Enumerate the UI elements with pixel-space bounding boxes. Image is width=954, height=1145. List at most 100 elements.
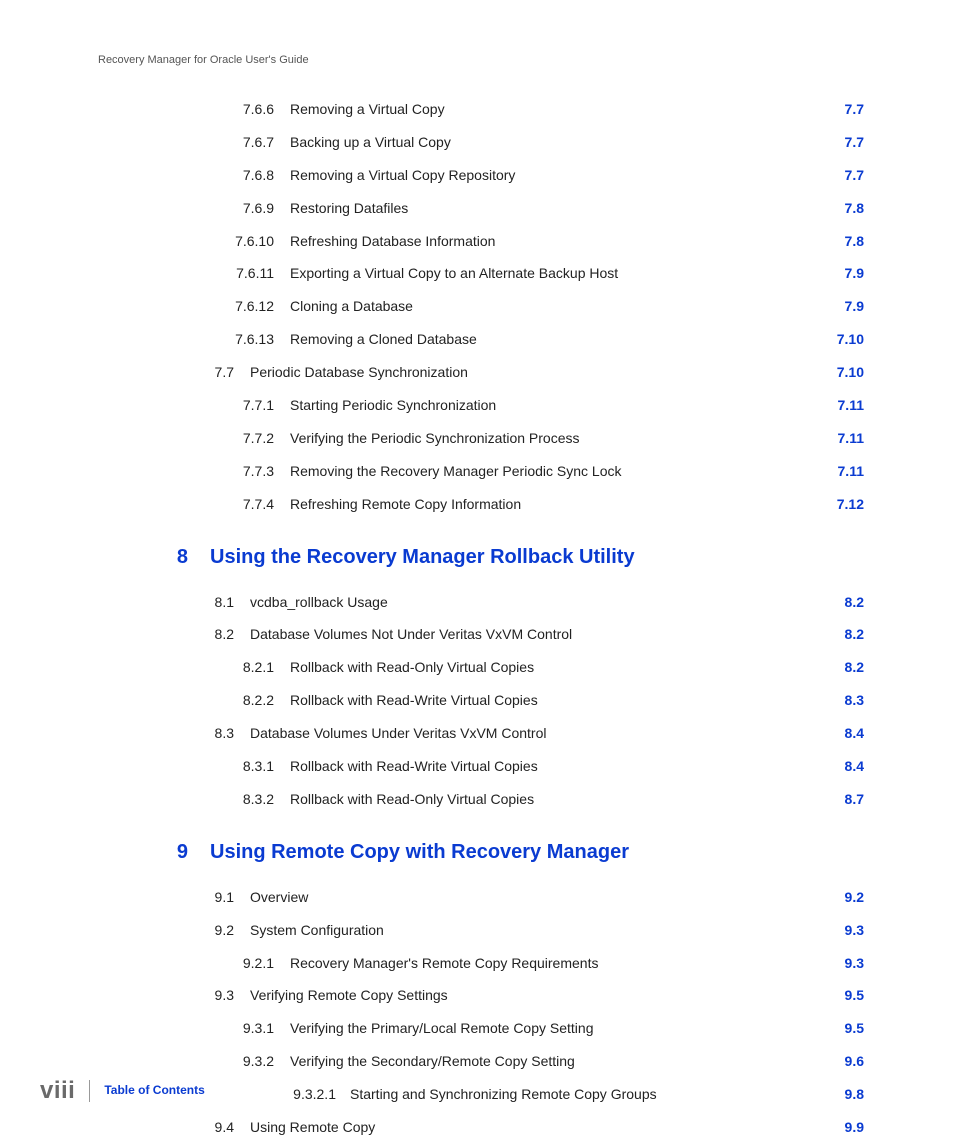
toc-entry: 7.7Periodic Database Synchronization7.10 <box>90 363 864 382</box>
toc-entry-number: 9.3.2 <box>90 1052 290 1071</box>
toc-entry-number: 7.6.11 <box>90 264 290 283</box>
toc-entry-page[interactable]: 9.9 <box>804 1118 864 1137</box>
toc-entry-page[interactable]: 7.7 <box>804 133 864 152</box>
toc-entry-page[interactable]: 9.8 <box>804 1085 864 1104</box>
toc-entry-page[interactable]: 7.12 <box>804 495 864 514</box>
toc-entry-page[interactable]: 7.11 <box>804 462 864 481</box>
toc-entry-title[interactable]: vcdba_rollback Usage <box>250 593 804 612</box>
toc-entry-number: 7.6.13 <box>90 330 290 349</box>
toc-entry-title[interactable]: Rollback with Read-Only Virtual Copies <box>290 790 804 809</box>
toc-entry-title[interactable]: Periodic Database Synchronization <box>250 363 804 382</box>
toc-entry-title[interactable]: Removing the Recovery Manager Periodic S… <box>290 462 804 481</box>
toc-entry-number: 9.2.1 <box>90 954 290 973</box>
toc-entry: 9.3.2.1Starting and Synchronizing Remote… <box>90 1085 864 1104</box>
toc-entry-number: 9.2 <box>90 921 250 940</box>
toc-entry-title[interactable]: Starting Periodic Synchronization <box>290 396 804 415</box>
toc-entry-title[interactable]: Exporting a Virtual Copy to an Alternate… <box>290 264 804 283</box>
toc-entry-page[interactable]: 8.7 <box>804 790 864 809</box>
toc-entry-title[interactable]: Overview <box>250 888 804 907</box>
toc-entry-page[interactable]: 8.4 <box>804 724 864 743</box>
toc-entry-page[interactable]: 9.3 <box>804 921 864 940</box>
toc-entry-title[interactable]: Rollback with Read-Write Virtual Copies <box>290 757 804 776</box>
toc-entry-title[interactable]: System Configuration <box>250 921 804 940</box>
toc-entry-page[interactable]: 7.11 <box>804 396 864 415</box>
toc-entry: 7.6.12Cloning a Database7.9 <box>90 297 864 316</box>
toc-entry-title[interactable]: Refreshing Database Information <box>290 232 804 251</box>
toc-entry: 9.3.2Verifying the Secondary/Remote Copy… <box>90 1052 864 1071</box>
toc-entry-title[interactable]: Removing a Cloned Database <box>290 330 804 349</box>
chapter-title[interactable]: Using Remote Copy with Recovery Manager <box>210 839 629 866</box>
running-header: Recovery Manager for Oracle User's Guide <box>98 54 864 66</box>
toc-entry-page[interactable]: 7.10 <box>804 330 864 349</box>
toc-entry-title[interactable]: Refreshing Remote Copy Information <box>290 495 804 514</box>
toc-entry-page[interactable]: 7.9 <box>804 297 864 316</box>
toc-entry: 7.7.3Removing the Recovery Manager Perio… <box>90 462 864 481</box>
toc-entry-number: 8.3.2 <box>90 790 290 809</box>
toc-entry-number: 8.3.1 <box>90 757 290 776</box>
document-page: Recovery Manager for Oracle User's Guide… <box>0 0 954 1145</box>
toc-entry-title[interactable]: Verifying the Primary/Local Remote Copy … <box>290 1019 804 1038</box>
toc-entry-page[interactable]: 9.2 <box>804 888 864 907</box>
toc-entry: 7.6.13Removing a Cloned Database7.10 <box>90 330 864 349</box>
toc-entry-title[interactable]: Verifying the Periodic Synchronization P… <box>290 429 804 448</box>
toc-entry-title[interactable]: Using Remote Copy <box>250 1118 804 1137</box>
toc-entry-title[interactable]: Removing a Virtual Copy Repository <box>290 166 804 185</box>
toc-entry-title[interactable]: Restoring Datafiles <box>290 199 804 218</box>
toc-entry: 9.3.1Verifying the Primary/Local Remote … <box>90 1019 864 1038</box>
toc-entry-title[interactable]: Removing a Virtual Copy <box>290 100 804 119</box>
toc-entry: 8.1vcdba_rollback Usage8.2 <box>90 593 864 612</box>
toc-entry-number: 7.6.12 <box>90 297 290 316</box>
toc-entry-title[interactable]: Recovery Manager's Remote Copy Requireme… <box>290 954 804 973</box>
toc-entry-page[interactable]: 7.7 <box>804 166 864 185</box>
toc-entry-page[interactable]: 7.9 <box>804 264 864 283</box>
toc-entry-number: 7.6.7 <box>90 133 290 152</box>
chapter-number: 9 <box>90 839 210 866</box>
toc-entry-title[interactable]: Verifying the Secondary/Remote Copy Sett… <box>290 1052 804 1071</box>
toc-entry-page[interactable]: 9.5 <box>804 1019 864 1038</box>
toc-entry-number: 7.7.1 <box>90 396 290 415</box>
toc-entry-page[interactable]: 7.11 <box>804 429 864 448</box>
toc-entry-page[interactable]: 7.7 <box>804 100 864 119</box>
toc-entry-number: 9.3 <box>90 986 250 1005</box>
toc-entry-title[interactable]: Backing up a Virtual Copy <box>290 133 804 152</box>
toc-entry-page[interactable]: 9.3 <box>804 954 864 973</box>
toc-entry-number: 8.2.2 <box>90 691 290 710</box>
chapter-heading: 8Using the Recovery Manager Rollback Uti… <box>90 544 864 571</box>
toc-entry: 9.2.1Recovery Manager's Remote Copy Requ… <box>90 954 864 973</box>
toc-entry-number: 7.6.8 <box>90 166 290 185</box>
toc-entry-title[interactable]: Database Volumes Under Veritas VxVM Cont… <box>250 724 804 743</box>
toc-entry-page[interactable]: 7.8 <box>804 232 864 251</box>
toc-entry-title[interactable]: Rollback with Read-Write Virtual Copies <box>290 691 804 710</box>
toc-entry: 7.7.2Verifying the Periodic Synchronizat… <box>90 429 864 448</box>
toc-entry-page[interactable]: 8.4 <box>804 757 864 776</box>
toc-entry-title[interactable]: Database Volumes Not Under Veritas VxVM … <box>250 625 804 644</box>
toc-entry: 7.6.11Exporting a Virtual Copy to an Alt… <box>90 264 864 283</box>
toc-entry-title[interactable]: Cloning a Database <box>290 297 804 316</box>
toc-entry-number: 7.7.4 <box>90 495 290 514</box>
toc-entry-page[interactable]: 7.10 <box>804 363 864 382</box>
page-folio: viii <box>40 1077 89 1105</box>
toc-entry: 8.2.2Rollback with Read-Write Virtual Co… <box>90 691 864 710</box>
chapter-number: 8 <box>90 544 210 571</box>
toc-entry-page[interactable]: 8.2 <box>804 593 864 612</box>
toc-entry-title[interactable]: Verifying Remote Copy Settings <box>250 986 804 1005</box>
chapter-title[interactable]: Using the Recovery Manager Rollback Util… <box>210 544 635 571</box>
toc-entry: 7.6.9Restoring Datafiles7.8 <box>90 199 864 218</box>
toc-entry: 7.6.8Removing a Virtual Copy Repository7… <box>90 166 864 185</box>
toc-entry-title[interactable]: Starting and Synchronizing Remote Copy G… <box>350 1085 804 1104</box>
toc-entry-page[interactable]: 9.5 <box>804 986 864 1005</box>
toc-entry-title[interactable]: Rollback with Read-Only Virtual Copies <box>290 658 804 677</box>
toc-entry-page[interactable]: 8.2 <box>804 658 864 677</box>
table-of-contents: 7.6.6Removing a Virtual Copy7.77.6.7Back… <box>90 100 864 1137</box>
toc-entry-page[interactable]: 8.3 <box>804 691 864 710</box>
toc-entry: 8.3.2Rollback with Read-Only Virtual Cop… <box>90 790 864 809</box>
toc-entry-page[interactable]: 9.6 <box>804 1052 864 1071</box>
toc-entry-number: 7.7 <box>90 363 250 382</box>
toc-entry-page[interactable]: 8.2 <box>804 625 864 644</box>
toc-entry: 8.2.1Rollback with Read-Only Virtual Cop… <box>90 658 864 677</box>
page-footer: viii Table of Contents <box>40 1077 205 1105</box>
toc-entry-page[interactable]: 7.8 <box>804 199 864 218</box>
toc-entry-number: 9.4 <box>90 1118 250 1137</box>
toc-entry: 8.2Database Volumes Not Under Veritas Vx… <box>90 625 864 644</box>
toc-entry: 7.6.7Backing up a Virtual Copy7.7 <box>90 133 864 152</box>
